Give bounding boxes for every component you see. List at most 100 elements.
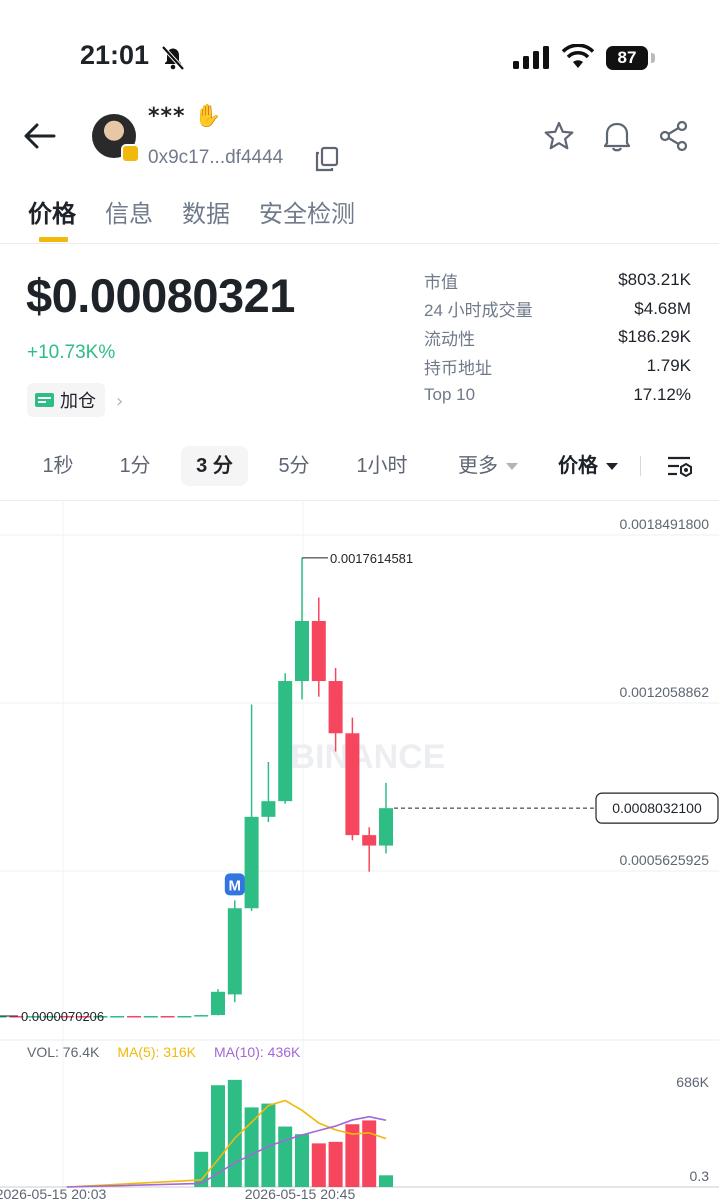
battery-indicator: 87 (606, 46, 648, 70)
volume-bar (194, 1151, 209, 1187)
stat-top10: Top 10 17.12% (424, 380, 691, 409)
volume-bar (295, 1134, 309, 1187)
caret-down-icon (606, 463, 618, 471)
current-price-tag-label: 0.0008032100 (612, 800, 702, 816)
volume-bar (244, 1107, 259, 1187)
status-time: 21:01 (80, 40, 150, 70)
stat-value: $186.29K (618, 327, 691, 347)
divider (0, 243, 719, 244)
tab-label: 安全检测 (259, 200, 355, 228)
candle-body (278, 681, 293, 802)
stat-liquidity: 流动性 $186.29K (424, 323, 691, 352)
volume-bar (211, 1085, 225, 1187)
wifi-icon (562, 44, 594, 68)
price-axis-label: 0.0018491800 (619, 516, 709, 532)
stat-label: 持币地址 (424, 358, 492, 378)
volume-label: VOL: 76.4K (27, 1044, 100, 1060)
candle-body (379, 808, 393, 846)
chain-badge-icon (121, 144, 140, 163)
stat-market-cap: 市值 $803.21K (424, 266, 691, 295)
candle-body (127, 1016, 141, 1018)
stat-label: Top 10 (424, 384, 476, 404)
candle-body (177, 1015, 192, 1018)
price-type-label: 价格 (558, 455, 598, 477)
volume-bar (379, 1175, 393, 1187)
token-name: *** (148, 104, 186, 129)
volume-bar (278, 1126, 293, 1187)
add-position-button[interactable]: 加仓 (27, 383, 105, 417)
status-bar: 21:01 87 (0, 0, 719, 100)
more-label: 更多 (458, 455, 498, 477)
ma5-label: MA(5): 316K (117, 1044, 196, 1060)
candle-body (227, 908, 242, 995)
candle-body (160, 1016, 175, 1018)
price-type-dropdown[interactable]: 价格 (548, 446, 628, 486)
copy-icon[interactable] (314, 146, 340, 172)
candle-body (244, 816, 259, 909)
bell-icon[interactable] (600, 119, 634, 153)
stat-label: 流动性 (424, 329, 475, 349)
stat-value: $4.68M (634, 298, 691, 318)
high-price-label: 0.0017614581 (330, 551, 413, 566)
current-price: $0.00080321 (26, 269, 295, 322)
interval-3m[interactable]: 3 分 (181, 446, 248, 486)
caret-down-icon (506, 463, 518, 471)
tab-label: 数据 (182, 200, 230, 228)
add-position-label: 加仓 (60, 391, 96, 412)
tab-price[interactable]: 价格 (28, 194, 76, 244)
tab-security-check[interactable]: 安全检测 (259, 194, 355, 244)
interval-5m[interactable]: 5分 (264, 446, 324, 486)
chart-settings-icon[interactable] (666, 454, 694, 480)
battery-tip (651, 53, 655, 63)
share-icon[interactable] (658, 120, 690, 152)
volume-bar (362, 1120, 377, 1187)
migration-marker-label: M (229, 877, 242, 894)
price-change: +10.73K% (27, 342, 116, 363)
interval-more-dropdown[interactable]: 更多 (446, 446, 530, 486)
candle-body (295, 620, 309, 682)
star-icon[interactable] (543, 120, 575, 152)
binance-watermark: BINANCE (291, 738, 446, 776)
volume-axis-label: 0.3 (690, 1168, 710, 1184)
stat-value: 1.79K (646, 356, 691, 376)
price-chart[interactable]: BINANCE 0.0018491800 0.0012058862 0.0005625… (0, 500, 719, 1200)
volume-bar (328, 1141, 343, 1187)
stat-label: 24 小时成交量 (424, 301, 533, 321)
ma10-label: MA(10): 436K (213, 1044, 301, 1060)
tab-bar: 价格 信息 数据 安全检测 (28, 194, 384, 244)
divider (640, 456, 641, 476)
low-price-label: 0.0000070206 (21, 1009, 104, 1024)
active-tab-indicator (39, 237, 68, 242)
stat-value: 17.12% (633, 384, 691, 404)
volume-bar (311, 1143, 326, 1187)
price-axis-label: 0.0005625925 (619, 852, 709, 868)
stat-value: $803.21K (618, 270, 691, 290)
stat-holders: 持币地址 1.79K (424, 352, 691, 381)
stat-24h-volume: 24 小时成交量 $4.68M (424, 295, 691, 324)
chevron-right-icon[interactable]: › (116, 391, 123, 412)
interval-1h[interactable]: 1小时 (343, 446, 421, 486)
candle-body (211, 991, 225, 1016)
wallet-icon (35, 393, 54, 407)
candle-body (110, 1016, 125, 1018)
tab-info[interactable]: 信息 (105, 194, 153, 244)
volume-axis-label: 686K (676, 1074, 709, 1090)
waving-hand-icon: ✋ (194, 104, 222, 129)
tab-data[interactable]: 数据 (182, 194, 230, 244)
bell-off-icon (161, 45, 185, 71)
interval-bar: 1秒 1分 3 分 5分 1小时 更多 价格 (0, 440, 719, 492)
tab-label: 价格 (28, 200, 76, 228)
candle-body (362, 835, 377, 846)
time-axis-label: 2026-05-15 20:45 (245, 1186, 356, 1200)
volume-legend: VOL: 76.4K MA(5): 316K MA(10): 436K (27, 1044, 300, 1060)
candle-body (311, 620, 326, 682)
candle-body (261, 801, 276, 817)
back-arrow-icon[interactable] (22, 118, 58, 154)
contract-address: 0x9c17...df4444 (148, 147, 284, 168)
candle-body (194, 1015, 209, 1017)
candle-body (345, 733, 360, 836)
interval-1m[interactable]: 1分 (106, 446, 164, 486)
interval-1s[interactable]: 1秒 (28, 446, 88, 486)
token-stats: 市值 $803.21K 24 小时成交量 $4.68M 流动性 $186.29K… (424, 266, 691, 409)
tab-label: 信息 (105, 200, 153, 228)
